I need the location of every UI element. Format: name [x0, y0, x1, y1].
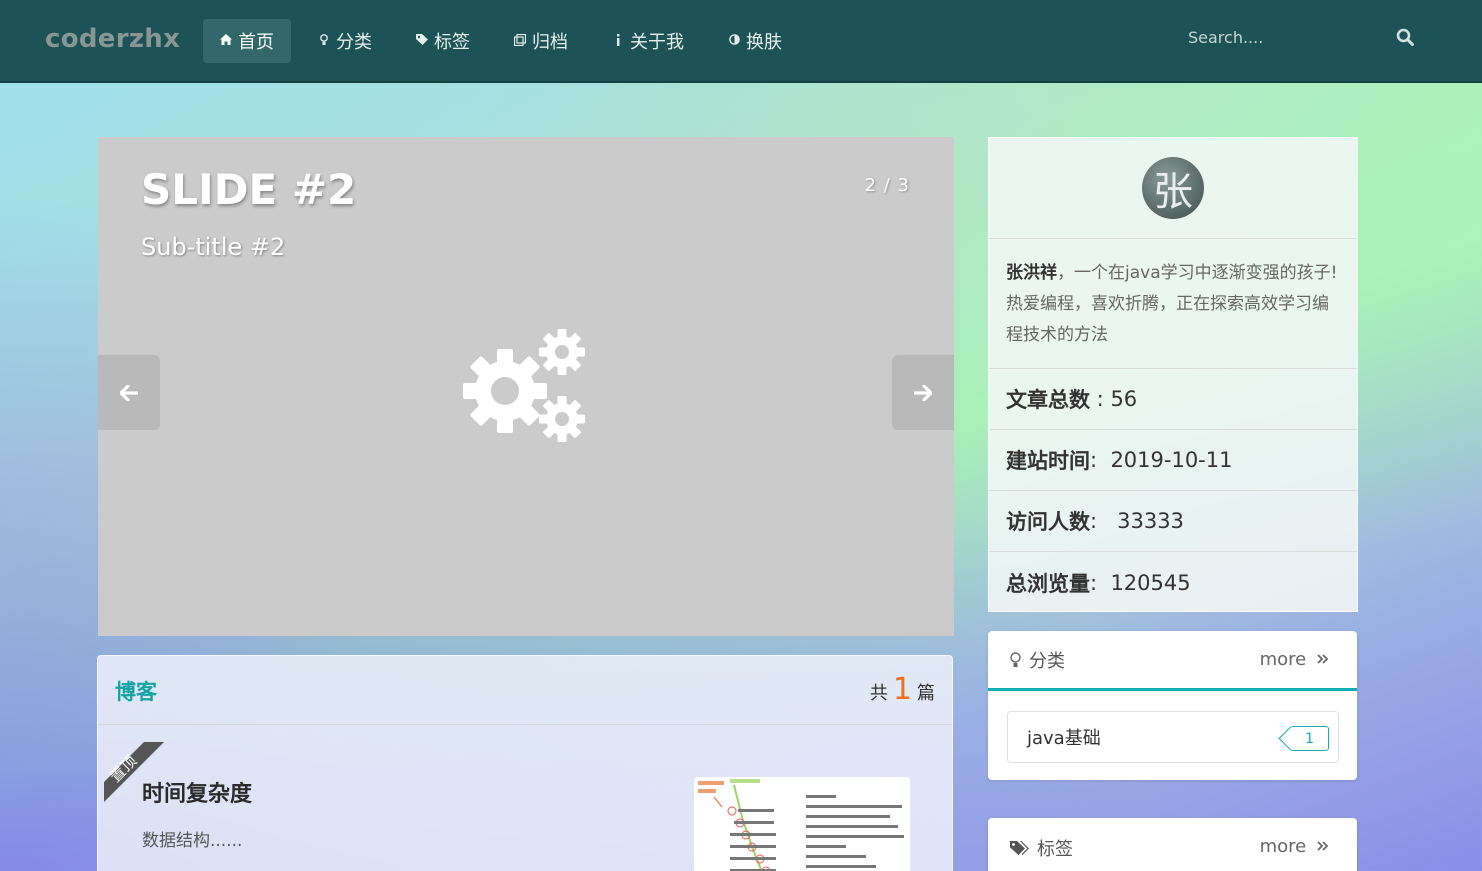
nav-home-label: 首页: [238, 32, 274, 53]
nav-tags[interactable]: 标签: [399, 19, 487, 63]
blog-header: 博客 共 1 篇: [98, 656, 952, 725]
stat-articles-key: 文章总数: [1006, 388, 1090, 412]
slide-counter: 2 / 3: [864, 175, 910, 196]
archive-icon: [513, 33, 527, 49]
arrow-left-icon: [120, 384, 138, 401]
double-chevron-right-icon: [1317, 654, 1329, 664]
arrow-right-icon: [914, 384, 932, 401]
post-title[interactable]: 时间复杂度: [142, 776, 252, 808]
nav-theme-label: 换肤: [746, 32, 782, 53]
stat-visitors-sep: :: [1090, 509, 1118, 533]
double-chevron-right-icon: [1317, 841, 1329, 851]
theme-icon: [728, 34, 740, 48]
post-thumbnail-image: [694, 777, 910, 871]
brand-logo[interactable]: coderzhx: [45, 24, 180, 54]
tag-more-label: more: [1259, 836, 1307, 857]
stat-visitors: 访问人数: 33333: [989, 491, 1357, 552]
avatar[interactable]: 张: [1142, 157, 1204, 219]
search-button[interactable]: [1396, 28, 1418, 52]
category-item-label: java基础: [1027, 728, 1101, 749]
carousel-next-button[interactable]: [892, 355, 954, 430]
category-more-label: more: [1259, 649, 1307, 670]
category-card-header: 分类 more: [988, 631, 1357, 691]
tag-card-title: 标签: [1037, 839, 1073, 860]
nav-theme[interactable]: 换肤: [711, 19, 799, 63]
profile-bio: 张洪祥，一个在java学习中逐渐变强的孩子!热爱编程，喜欢折腾，正在探索高效学习…: [989, 239, 1357, 369]
stat-views-value: 120545: [1110, 570, 1191, 595]
tag-more-link[interactable]: more: [1260, 836, 1329, 857]
top-navbar: coderzhx 首页 分类 标签 归档 关于我 换肤 Search....: [0, 0, 1482, 83]
home-icon: [220, 34, 232, 48]
profile-name: 张洪祥: [1006, 263, 1057, 283]
tag-card-header: 标签 more: [988, 818, 1357, 871]
main-menu: 首页 分类 标签 归档 关于我 换肤: [203, 19, 809, 63]
stat-articles: 文章总数 : 56: [989, 369, 1357, 430]
carousel-prev-button[interactable]: [98, 355, 160, 430]
tag-card: 标签 more: [988, 818, 1357, 871]
blog-panel: 博客 共 1 篇 置顶 时间复杂度 数据结构......: [97, 655, 953, 871]
search-icon: [1396, 28, 1414, 46]
search-box: [1188, 28, 1418, 54]
nav-about-label: 关于我: [630, 32, 684, 53]
stat-views-key: 总浏览量: [1006, 571, 1090, 596]
stat-articles-sep: :: [1090, 387, 1111, 411]
bulb-icon: [1010, 651, 1021, 668]
tags-icon: [416, 34, 428, 48]
avatar-row: 张: [989, 138, 1357, 239]
avatar-letter: 张: [1153, 169, 1193, 215]
nav-archive[interactable]: 归档: [497, 19, 585, 63]
stat-since: 建站时间: 2019-10-11: [989, 430, 1357, 491]
nav-home[interactable]: 首页: [203, 19, 291, 63]
count-prefix: 共: [869, 683, 888, 704]
nav-about[interactable]: 关于我: [595, 19, 701, 63]
blog-post-count: 共 1 篇: [870, 672, 935, 707]
stat-since-value: 2019-10-11: [1110, 448, 1233, 472]
nav-category-label: 分类: [336, 32, 372, 53]
stat-visitors-key: 访问人数: [1006, 510, 1090, 534]
category-count: 1: [1305, 730, 1314, 747]
nav-tags-label: 标签: [434, 32, 470, 53]
slide-subtitle: Sub-title #2: [141, 233, 286, 261]
category-item[interactable]: java基础 1: [1007, 711, 1339, 763]
profile-card: 张 张洪祥，一个在java学习中逐渐变强的孩子!热爱编程，喜欢折腾，正在探索高效…: [988, 137, 1358, 612]
stat-since-sep: :: [1090, 448, 1111, 472]
bulb-icon: [318, 33, 330, 49]
gears-icon: [462, 327, 594, 449]
nav-archive-label: 归档: [532, 32, 568, 53]
blog-heading: 博客: [115, 680, 157, 704]
stat-visitors-value: 33333: [1117, 509, 1184, 533]
info-icon: [612, 33, 624, 49]
stat-views: 总浏览量: 120545: [989, 552, 1357, 613]
count-suffix: 篇: [917, 683, 935, 704]
post-thumbnail[interactable]: [694, 777, 910, 871]
slide-title: SLIDE #2: [141, 165, 357, 214]
tags-icon: [1010, 840, 1029, 856]
stat-articles-value: 56: [1110, 387, 1138, 411]
post-excerpt: 数据结构......: [142, 831, 243, 851]
category-card: 分类 more java基础 1: [988, 631, 1357, 780]
stat-since-key: 建站时间: [1006, 449, 1090, 473]
nav-category[interactable]: 分类: [301, 19, 389, 63]
category-count-badge: 1: [1290, 726, 1329, 751]
category-more-link[interactable]: more: [1260, 649, 1329, 670]
category-card-title: 分类: [1029, 650, 1065, 672]
slide-carousel: SLIDE #2 Sub-title #2 2 / 3: [98, 137, 954, 636]
count-number: 1: [892, 672, 912, 707]
search-input[interactable]: [1188, 28, 1378, 47]
stat-views-sep: :: [1090, 570, 1111, 595]
